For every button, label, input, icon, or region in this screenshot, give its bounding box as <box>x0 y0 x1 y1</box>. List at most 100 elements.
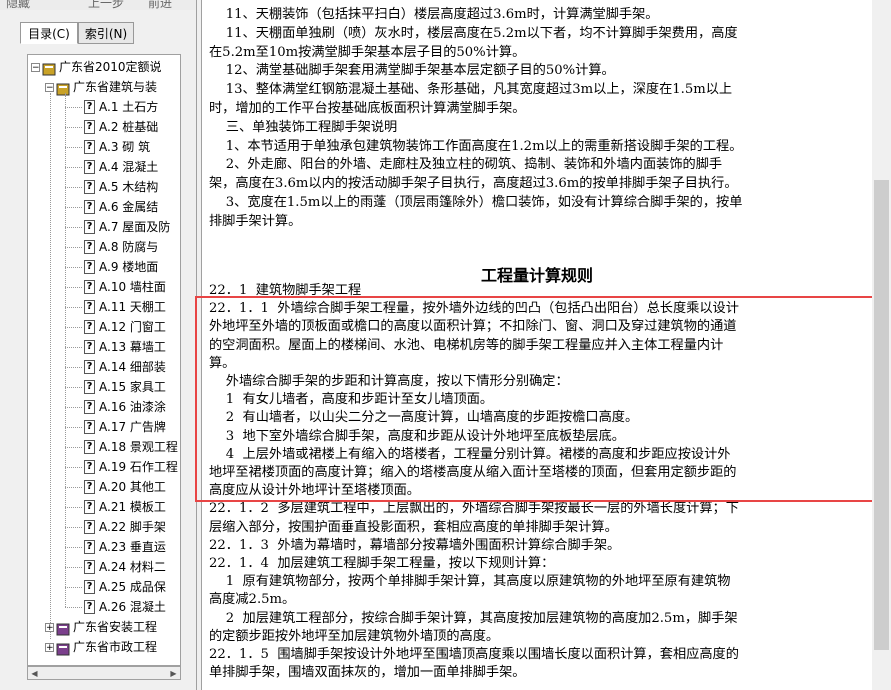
tree-item[interactable]: A.9 楼地面 <box>99 257 158 277</box>
back-button[interactable]: 上一步 <box>88 0 124 10</box>
hide-button[interactable]: 隐藏 <box>6 0 30 10</box>
tab-index[interactable]: 索引(N) <box>78 22 134 44</box>
tree-item[interactable]: A.18 景观工程 <box>99 437 178 457</box>
tree-connector <box>65 527 82 528</box>
tree-item[interactable]: A.13 幕墙工 <box>99 337 166 357</box>
tree-item[interactable]: A.24 材料二 <box>99 557 166 577</box>
tree-item[interactable]: A.22 脚手架 <box>99 517 166 537</box>
highlight-box <box>195 296 875 502</box>
forward-button[interactable]: 前进 <box>148 0 172 10</box>
book-icon <box>42 61 56 76</box>
tree-item[interactable]: A.26 混凝土 <box>99 597 166 617</box>
tree-item[interactable]: A.15 家具工 <box>99 377 166 397</box>
help-page-icon: ? <box>84 120 95 134</box>
help-page-icon: ? <box>84 440 95 454</box>
book-icon <box>56 641 70 656</box>
tree-connector <box>65 387 82 388</box>
tree-connector <box>65 247 82 248</box>
tree-item[interactable]: A.11 天棚工 <box>99 297 166 317</box>
document-scroll-thumb[interactable] <box>874 180 889 650</box>
tree-item[interactable]: A.21 模板工 <box>99 497 166 517</box>
tree-item[interactable]: A.6 金属结 <box>99 197 158 217</box>
help-page-icon: ? <box>84 320 95 334</box>
doc-line: 架，高度在3.6m以内的按活动脚手架子目执行，高度超过3.6m的按单排脚手架子目… <box>209 176 738 192</box>
help-page-icon: ? <box>84 580 95 594</box>
tree-connector <box>65 267 82 268</box>
tree-connector <box>65 407 82 408</box>
tree-item[interactable]: A.12 门窗工 <box>99 317 166 337</box>
tree-item[interactable]: A.19 石作工程 <box>99 457 178 477</box>
tree-sibling-label[interactable]: 广东省市政工程 <box>73 637 157 657</box>
expand-icon[interactable]: + <box>45 623 54 633</box>
help-page-icon: ? <box>84 520 95 534</box>
help-page-icon: ? <box>84 340 95 354</box>
tree-item[interactable]: A.14 细部装 <box>99 357 166 377</box>
tree-connector <box>65 347 82 348</box>
tree-child-label[interactable]: 广东省建筑与装 <box>73 77 157 97</box>
navigation-panel: 目录(C) 索引(N) − 广东省2010定额说 − 广东省建筑与装? A.1 土石方?… <box>0 10 196 690</box>
tree-item[interactable]: A.23 垂直运 <box>99 537 166 557</box>
tree-item[interactable]: A.10 墙柱面 <box>99 277 166 297</box>
doc-line: 22．1．2 多层建筑工程中，上层飘出的，外墙综合脚手架按最长一层的外墙长度计算… <box>209 501 739 517</box>
help-page-icon: ? <box>84 360 95 374</box>
doc-line: 三、单独装饰工程脚手架说明 <box>209 119 398 135</box>
tree-connector <box>65 287 82 288</box>
help-page-icon: ? <box>84 200 95 214</box>
tree-item[interactable]: A.8 防腐与 <box>99 237 158 257</box>
help-page-icon: ? <box>84 480 95 494</box>
doc-line: 11、天棚装饰（包括抹平扫白）楼层高度超过3.6m时，计算满堂脚手架。 <box>209 7 659 22</box>
tab-contents[interactable]: 目录(C) <box>20 22 78 44</box>
expand-icon[interactable]: + <box>45 643 54 653</box>
tree-item[interactable]: A.20 其他工 <box>99 477 166 497</box>
tree-horizontal-scrollbar[interactable]: ◀ ▶ <box>27 666 181 680</box>
doc-line: 时，增加的工作平台按基础底板面积计算满堂脚手架。 <box>209 101 526 116</box>
tree-connector <box>65 327 82 328</box>
tree-connector <box>65 307 82 308</box>
tree-connector <box>65 607 82 608</box>
doc-line: 2、外走廊、阳台的外墙、走廊柱及独立柱的砌筑、捣制、装饰和外墙内面装饰的脚手 <box>209 157 723 173</box>
tree-root-label[interactable]: 广东省2010定额说 <box>59 57 162 77</box>
collapse-icon[interactable]: − <box>31 63 40 73</box>
help-page-icon: ? <box>84 220 95 234</box>
help-page-icon: ? <box>84 280 95 294</box>
tree-item[interactable]: A.5 木结构 <box>99 177 158 197</box>
help-page-icon: ? <box>84 460 95 474</box>
tree-connector <box>65 587 82 588</box>
help-page-icon: ? <box>84 380 95 394</box>
tree-item[interactable]: A.17 广告牌 <box>99 417 166 437</box>
section-heading: 工程量计算规则 <box>480 266 593 285</box>
tree-item[interactable]: A.3 砌 筑 <box>99 137 150 157</box>
tree-item[interactable]: A.16 油漆涂 <box>99 397 166 417</box>
tree-connector <box>65 447 82 448</box>
tree-sibling-label[interactable]: 广东省安装工程 <box>73 617 157 637</box>
scroll-right-icon[interactable]: ▶ <box>167 667 180 680</box>
doc-line: 高度减2.5m。 <box>209 592 296 608</box>
doc-line: 11、天棚面单独刷（喷）灰水时，楼层高度在5.2m以下者，均不计算脚手架费用，高… <box>209 25 738 41</box>
tree-connector <box>65 227 82 228</box>
tree-connector <box>65 147 82 148</box>
doc-line: 的定额步距按外地坪至加层建筑物外墙顶的高度。 <box>209 628 500 644</box>
tree-item[interactable]: A.25 成品保 <box>99 577 166 597</box>
doc-line: 13、整体满堂红钢筋混凝土基础、条形基础，凡其宽度超过3m以上，深度在1.5m以… <box>209 82 733 98</box>
tree-item[interactable]: A.1 土石方 <box>99 97 158 117</box>
help-page-icon: ? <box>84 160 95 174</box>
tree-connector <box>65 427 82 428</box>
help-page-icon: ? <box>84 300 95 314</box>
collapse-icon[interactable]: − <box>45 83 54 93</box>
tree-connector <box>65 107 82 108</box>
tree-connector <box>65 467 82 468</box>
tree-connector <box>65 487 82 488</box>
tree-connector <box>65 127 82 128</box>
document-scrollbar[interactable] <box>872 0 891 690</box>
tree-connector <box>65 187 82 188</box>
help-page-icon: ? <box>84 140 95 154</box>
scroll-left-icon[interactable]: ◀ <box>28 667 41 680</box>
doc-line: 12、满堂基础脚手架套用满堂脚手架基本层定额子目的50%计算。 <box>209 63 615 79</box>
tree-item[interactable]: A.2 桩基础 <box>99 117 158 137</box>
tree-item[interactable]: A.7 屋面及防 <box>99 217 170 237</box>
tree-connector <box>65 367 82 368</box>
tree-connector <box>65 93 66 607</box>
tree-item[interactable]: A.4 混凝土 <box>99 157 158 177</box>
help-page-icon: ? <box>84 500 95 514</box>
tree-connector <box>50 93 51 639</box>
